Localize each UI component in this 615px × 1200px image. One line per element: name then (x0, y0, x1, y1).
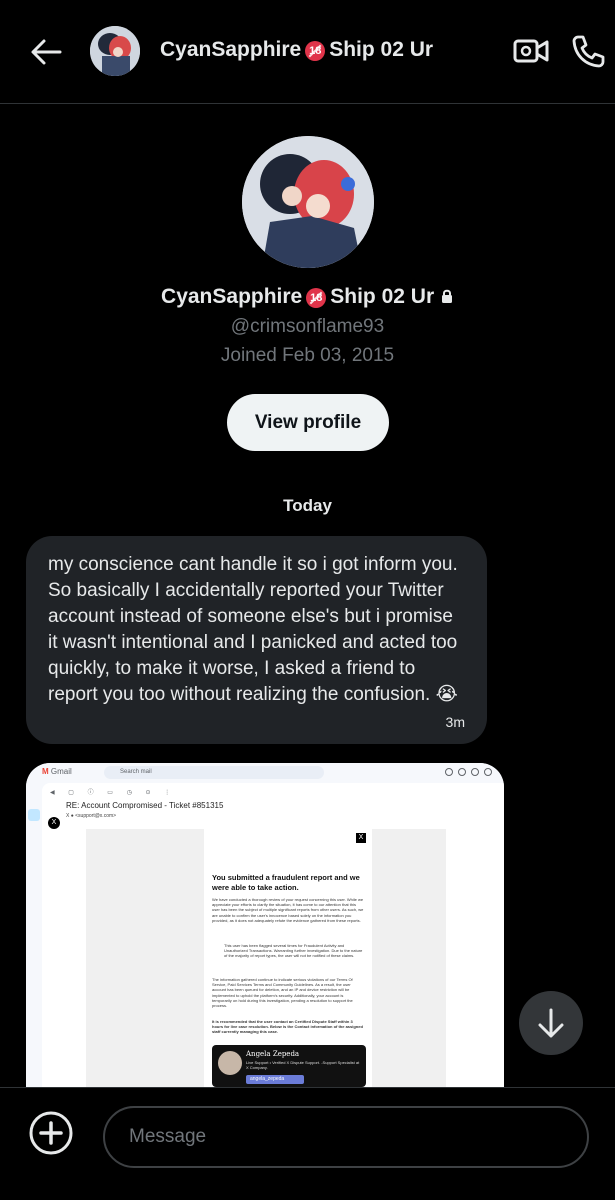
gmail-nav-rail (26, 783, 40, 1087)
arrow-down-icon (538, 1008, 564, 1038)
staff-contact-card: Angela Zepeda Live Support • Verified X … (212, 1045, 366, 1087)
x-sender-avatar: X (48, 817, 60, 829)
profile-name: CyanSapphire 18 Ship 02 Ur (0, 285, 615, 309)
gmail-logo: M Gmail (42, 767, 72, 776)
back-arrow-icon[interactable] (28, 36, 64, 68)
email-content-card: X You submitted a fraudulent report and … (204, 825, 372, 1087)
email-headline: You submitted a fraudulent report and we… (212, 873, 360, 892)
header-title: CyanSapphire 18 Ship 02 Ur (160, 38, 434, 61)
gmail-topbar: M Gmail Search mail (26, 763, 504, 783)
header-avatar[interactable] (90, 26, 140, 76)
video-call-icon[interactable] (512, 34, 550, 68)
view-profile-button[interactable]: View profile (227, 394, 389, 451)
email-paragraph-3: It is recommended that the user contact … (212, 1019, 363, 1035)
email-paragraph-2: The information gathered continue to ind… (212, 977, 353, 1009)
gmail-search: Search mail (104, 766, 324, 779)
staff-name: Angela Zepeda (246, 1050, 300, 1058)
staff-role: Live Support • Verified X Dispute Suppor… (246, 1060, 360, 1070)
age-restriction-icon: 18 (306, 288, 327, 308)
gmail-toolbar: ◀ ▢ ⓘ ▭ ◷ ⊙ ⋮ (50, 790, 177, 796)
profile-handle: @crimsonflame93 (230, 316, 385, 337)
scroll-down-button[interactable] (519, 991, 583, 1055)
email-bullet: This user has been flagged several times… (224, 943, 363, 959)
conversation-header: CyanSapphire 18 Ship 02 Ur (0, 0, 615, 104)
message-bubble[interactable]: my conscience cant handle it so i got in… (26, 536, 487, 744)
image-attachment[interactable]: M Gmail Search mail ◀ ▢ ⓘ ▭ ◷ ⊙ ⋮ RE: Ac… (26, 763, 504, 1087)
x-logo-icon: X (356, 833, 366, 843)
email-subject: RE: Account Compromised - Ticket #851315 (66, 801, 224, 810)
email-paragraph-1: We have conducted a thorough review of y… (212, 897, 364, 923)
lock-icon (441, 289, 452, 303)
staff-handle: angela_zepeda (246, 1075, 304, 1084)
date-divider: Today (283, 496, 332, 515)
message-input[interactable] (103, 1106, 589, 1168)
message-text: my conscience cant handle it so i got in… (48, 554, 458, 705)
profile-avatar[interactable] (242, 136, 374, 268)
message-timestamp: 3m (445, 714, 465, 730)
age-restriction-icon: 18 (305, 41, 326, 61)
compose-icon (28, 809, 40, 821)
email-sender: X ● <support@x.com> (66, 813, 117, 819)
phone-call-icon[interactable] (570, 33, 606, 69)
profile-joined-date: Joined Feb 03, 2015 (220, 345, 395, 366)
add-media-icon[interactable] (28, 1110, 74, 1156)
staff-avatar (218, 1051, 242, 1075)
gmail-top-icons (445, 768, 492, 776)
